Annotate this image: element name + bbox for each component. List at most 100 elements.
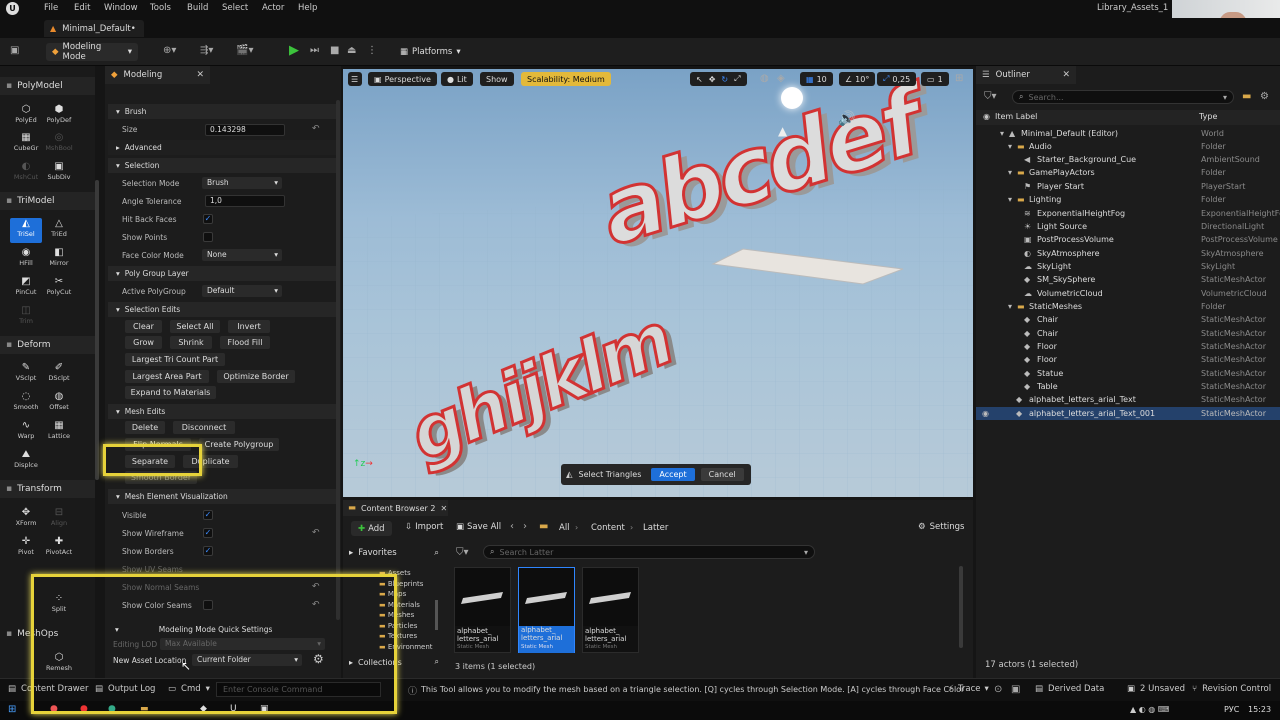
- cb-settings-button[interactable]: ⚙ Settings: [918, 522, 965, 532]
- add-actor-icon[interactable]: ⊕▾: [163, 45, 176, 56]
- outliner-row-actor[interactable]: ▣ PostProcessVolume PostProcessVolume: [976, 233, 1280, 246]
- mode-selector[interactable]: ◆ Modeling Mode ▾: [46, 42, 138, 62]
- tool-polydef[interactable]: ⬢ PolyDef: [43, 104, 75, 124]
- history-back-icon[interactable]: ‹: [510, 521, 514, 532]
- category-transform[interactable]: ▪ Transform: [0, 480, 95, 498]
- delete-button[interactable]: Delete: [125, 421, 165, 434]
- tool-smooth[interactable]: ◌ Smooth: [10, 391, 42, 411]
- optimize-border-button[interactable]: Optimize Border: [217, 370, 295, 383]
- stop-icon[interactable]: ■: [330, 45, 339, 56]
- add-folder-icon[interactable]: ▬: [1242, 91, 1251, 102]
- tool-displace[interactable]: ⛰ Displce: [10, 449, 42, 469]
- show-points-checkbox[interactable]: [203, 232, 213, 242]
- cinematics-icon[interactable]: 🎬▾: [236, 45, 253, 56]
- section-mesh-edits[interactable]: ▾ Mesh Edits: [108, 404, 339, 419]
- revision-control-button[interactable]: ⑂ Revision Control: [1192, 684, 1271, 694]
- tool-dsculpt[interactable]: ✐ DSclpt: [43, 362, 75, 382]
- perspective-button[interactable]: ▣ Perspective: [368, 72, 437, 86]
- section-brush[interactable]: ▾ Brush: [108, 104, 339, 119]
- menu-window[interactable]: Window: [104, 3, 138, 13]
- surface-snap-icon[interactable]: ◈: [777, 73, 785, 84]
- angle-tolerance-input[interactable]: 1,0: [205, 195, 285, 207]
- camera-actor-icon[interactable]: ▲: [778, 124, 787, 138]
- show-borders-checkbox[interactable]: ✓: [203, 546, 213, 556]
- category-polymodel[interactable]: ▪ PolyModel: [0, 77, 95, 95]
- tool-xform[interactable]: ✥ XForm: [10, 507, 42, 527]
- cb-import-button[interactable]: ⇩ Import: [405, 522, 443, 532]
- outliner-row-actor[interactable]: ≋ ExponentialHeightFog ExponentialHeightFo…: [976, 207, 1280, 220]
- size-input[interactable]: 0.143298: [205, 124, 285, 136]
- largest-tri-count-button[interactable]: Largest Tri Count Part: [125, 353, 225, 366]
- menu-edit[interactable]: Edit: [74, 3, 90, 13]
- gear-icon[interactable]: ⚙: [1260, 91, 1269, 102]
- outliner-row-actor[interactable]: ⚑ Player Start PlayerStart: [976, 180, 1280, 193]
- asset-tile-selected[interactable]: alphabet_ letters_arial Static Mesh: [518, 567, 575, 653]
- tool-cubegr[interactable]: ▦ CubeGr: [10, 132, 42, 152]
- asset-grid-scrollbar[interactable]: [959, 566, 963, 648]
- category-deform[interactable]: ▪ Deform: [0, 336, 95, 354]
- disconnect-button[interactable]: Disconnect: [173, 421, 235, 434]
- play-icon[interactable]: ▶: [289, 43, 299, 58]
- type-header[interactable]: Type: [1199, 112, 1217, 121]
- invert-button[interactable]: Invert: [228, 320, 270, 333]
- level-viewport[interactable]: abcdef ghijklm 🔊 ▲ ↑z→ ☰ ▣ Perspective ● L…: [343, 69, 973, 497]
- cb-save-all-button[interactable]: ▣ Save All: [456, 522, 501, 532]
- cb-search-input[interactable]: ⌕ Search Latter ▾: [483, 545, 815, 559]
- keyboard-language[interactable]: РУС: [1224, 705, 1239, 714]
- outliner-row-actor[interactable]: ◆ Table StaticMeshActor: [976, 380, 1280, 393]
- tool-pivot[interactable]: ✛ Pivot: [10, 536, 42, 556]
- breadcrumb-all[interactable]: All: [559, 523, 570, 533]
- outliner-row-actor[interactable]: ☀ Light Source DirectionalLight: [976, 220, 1280, 233]
- expand-to-materials-button[interactable]: Expand to Materials: [125, 386, 216, 399]
- category-trimodel[interactable]: ▪ TriModel: [0, 192, 95, 210]
- outliner-row-actor[interactable]: ◀ Starter_Background_Cue AmbientSound: [976, 153, 1280, 166]
- menu-select[interactable]: Select: [222, 3, 248, 13]
- visible-checkbox[interactable]: ✓: [203, 510, 213, 520]
- search-icon[interactable]: ⌕: [435, 657, 439, 667]
- outliner-row-actor[interactable]: ☁ VolumetricCloud VolumetricCloud: [976, 287, 1280, 300]
- outliner-row-actor[interactable]: ◆ Floor StaticMeshActor: [976, 353, 1280, 366]
- translate-icon[interactable]: ✥: [709, 75, 716, 84]
- derived-data-button[interactable]: ▤ Derived Data: [1035, 684, 1104, 694]
- lit-button[interactable]: ● Lit: [441, 72, 473, 86]
- transform-tools-group[interactable]: ↖ ✥ ↻ ⤢: [690, 72, 747, 86]
- windows-start-icon[interactable]: ⊞: [8, 704, 16, 715]
- breadcrumb-content[interactable]: Content: [591, 523, 625, 533]
- folder-tree-icon[interactable]: ▬: [539, 521, 548, 532]
- menu-file[interactable]: File: [44, 3, 58, 13]
- outliner-row-actor[interactable]: ☁ SkyLight SkyLight: [976, 260, 1280, 273]
- tool-subdiv[interactable]: ▣ SubDiv: [43, 161, 75, 181]
- level-tab[interactable]: ▲ Minimal_Default•: [44, 20, 144, 37]
- flood-fill-button[interactable]: Flood Fill: [220, 336, 270, 349]
- history-forward-icon[interactable]: ›: [523, 521, 527, 532]
- active-polygroup-dropdown[interactable]: Default ▾: [202, 285, 282, 297]
- unsaved-button[interactable]: ▣ 2 Unsaved: [1127, 684, 1185, 694]
- outliner-tab[interactable]: ☰ Outliner ✕: [976, 66, 1076, 84]
- scalability-button[interactable]: Scalability: Medium: [521, 72, 611, 86]
- light-source-icon[interactable]: [781, 87, 803, 109]
- outliner-row-folder[interactable]: ▾ ▬ Audio Folder: [976, 140, 1280, 153]
- tool-lattice[interactable]: ▦ Lattice: [43, 420, 75, 440]
- menu-tools[interactable]: Tools: [150, 3, 171, 13]
- folder-tree-scrollbar[interactable]: [435, 600, 438, 630]
- reset-icon[interactable]: ↶: [312, 528, 320, 538]
- scale-icon[interactable]: ⤢: [734, 74, 740, 84]
- tool-trim[interactable]: ◫ Trim: [10, 305, 42, 325]
- clock[interactable]: 15:23: [1248, 705, 1271, 714]
- tray-icons[interactable]: ▲ ◐ ◍ ⌨: [1130, 705, 1169, 714]
- favorites-header[interactable]: ▸ Favorites ⌕: [349, 548, 439, 558]
- save-icon[interactable]: ▣: [10, 45, 19, 56]
- outliner-row-actor[interactable]: ◆ Chair StaticMeshActor: [976, 313, 1280, 326]
- play-options-icon[interactable]: ⋮: [367, 45, 377, 56]
- tool-mirror[interactable]: ◧ Mirror: [43, 247, 75, 267]
- hit-back-faces-checkbox[interactable]: ✓: [203, 214, 213, 224]
- accept-button[interactable]: Accept: [651, 468, 695, 481]
- outliner-row-folder[interactable]: ▾ ▬ Lighting Folder: [976, 193, 1280, 206]
- blueprint-icon[interactable]: ⇶▾: [200, 45, 213, 56]
- step-icon[interactable]: ⏭: [310, 45, 319, 56]
- eject-icon[interactable]: ⏏: [347, 45, 356, 56]
- menu-build[interactable]: Build: [187, 3, 208, 13]
- section-selection-edits[interactable]: ▾ Selection Edits: [108, 302, 339, 317]
- world-space-icon[interactable]: ◍: [760, 73, 769, 84]
- select-all-button[interactable]: Select All: [170, 320, 220, 333]
